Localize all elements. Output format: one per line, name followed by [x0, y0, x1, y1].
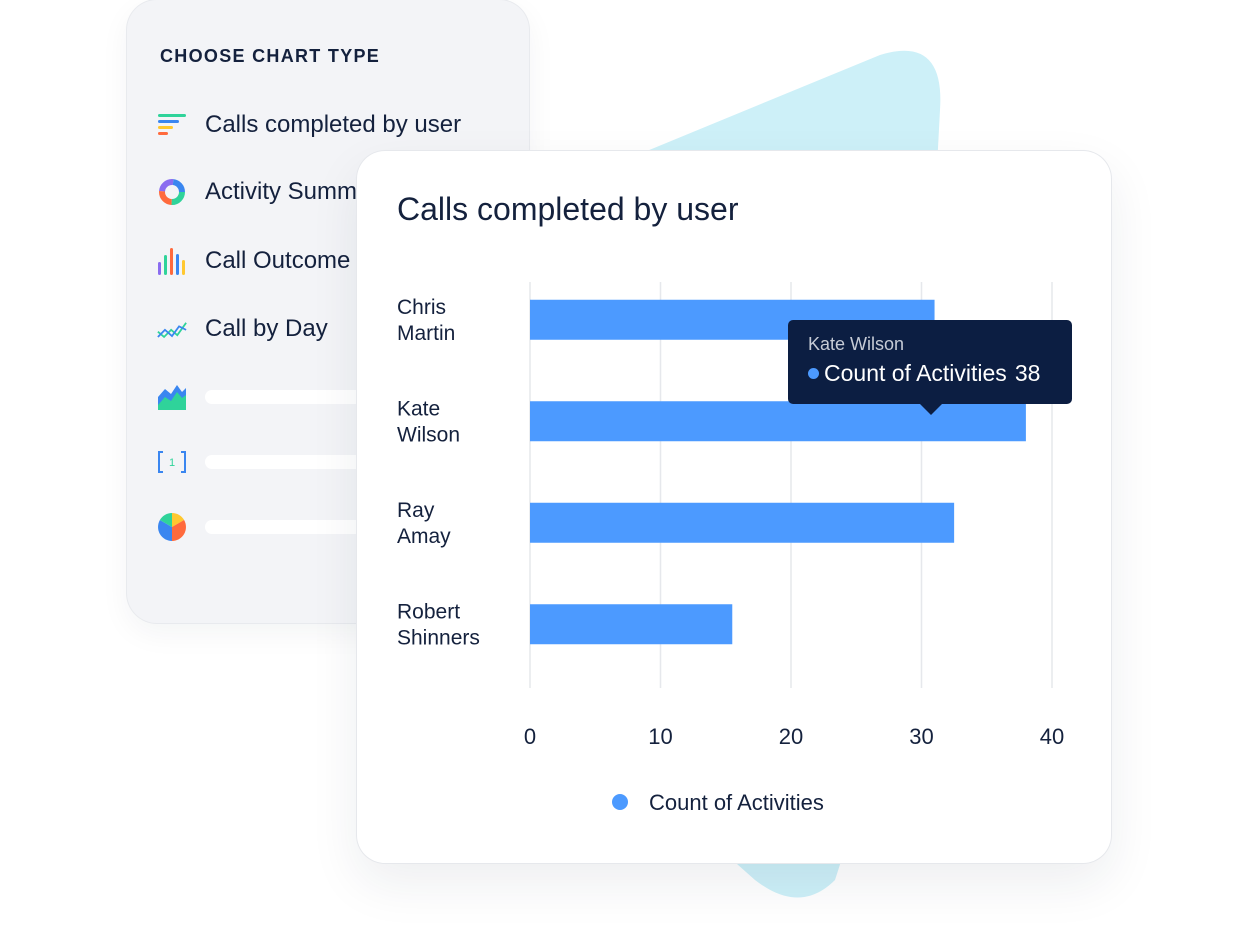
y-category-label-line: Shinners — [397, 626, 480, 649]
tooltip-category: Kate Wilson — [808, 334, 905, 354]
y-category-label-line: Kate — [397, 397, 440, 420]
legend-label: Count of Activities — [649, 790, 824, 815]
bar — [530, 502, 955, 543]
tooltip-series-name: Count of Activities — [824, 360, 1007, 386]
y-category-label-line: Robert — [397, 600, 460, 623]
bar-chart: 0 10 20 30 40 Chris Martin Kate Wilson Ray Amay Rob… — [397, 282, 1064, 815]
x-tick-label: 10 — [648, 724, 672, 749]
y-category-label: Chris Martin — [397, 296, 455, 345]
y-category-label-line: Chris — [397, 296, 446, 319]
x-tick-label: 30 — [909, 724, 933, 749]
y-category-label-line: Martin — [397, 322, 455, 345]
bar — [530, 401, 1026, 442]
tooltip-value: 38 — [1014, 360, 1041, 386]
y-category-label-line: Ray — [397, 499, 435, 522]
legend-marker-icon — [612, 794, 628, 810]
x-tick-label: 0 — [524, 724, 536, 749]
y-category-label-line: Wilson — [397, 423, 460, 446]
chart-tooltip: Kate Wilson Count of Activities 38 — [788, 320, 1072, 415]
bar — [530, 604, 733, 645]
x-tick-label: 40 — [1040, 724, 1064, 749]
tooltip-series-dot-icon — [808, 368, 819, 379]
y-category-label: Kate Wilson — [397, 397, 460, 446]
x-tick-label: 20 — [779, 724, 803, 749]
tooltip-row: Count of Activities 38 — [808, 360, 1040, 387]
y-category-label: Ray Amay — [397, 499, 451, 548]
y-category-label: Robert Shinners — [397, 600, 480, 649]
y-category-label-line: Amay — [397, 525, 451, 548]
